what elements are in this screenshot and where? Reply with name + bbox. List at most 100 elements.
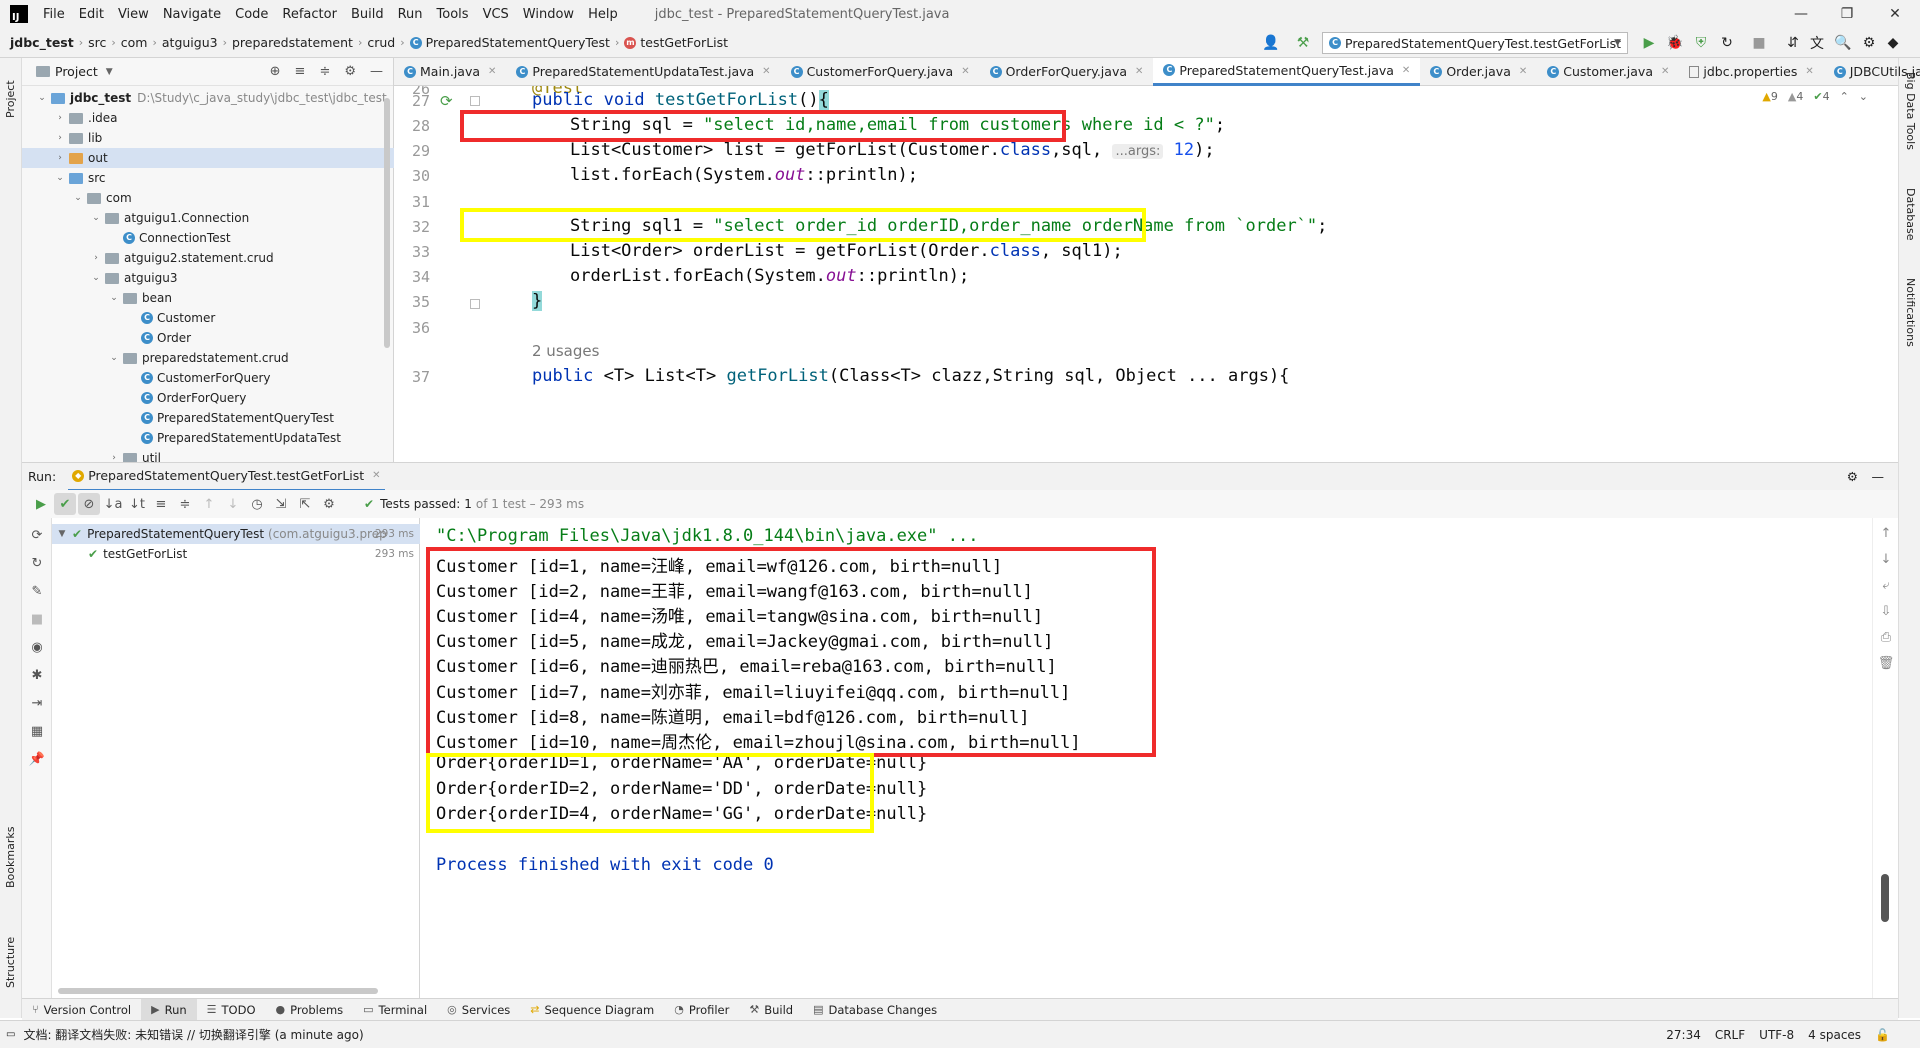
caret-position[interactable]: 27:34 <box>1666 1028 1701 1042</box>
tab-customer-for-query[interactable]: C CustomerForQuery.java ✕ <box>781 58 980 86</box>
tab-run[interactable]: ▶ Run <box>141 998 197 1021</box>
menu-vcs[interactable]: VCS <box>476 7 516 22</box>
close-icon[interactable]: ✕ <box>488 66 496 77</box>
menu-window[interactable]: Window <box>516 7 581 22</box>
menu-run[interactable]: Run <box>391 7 430 22</box>
collapse-all-icon[interactable]: ≑ <box>319 64 330 79</box>
layout-toggle-icon[interactable]: ▭ <box>6 1029 15 1040</box>
rerun-failed-icon[interactable]: ↻ <box>26 552 48 574</box>
close-icon[interactable]: ✕ <box>961 66 969 77</box>
search-icon[interactable]: 🔍 <box>1834 34 1852 52</box>
tree-item-idea[interactable]: › .idea <box>22 108 117 128</box>
gear-icon[interactable]: ⚙ <box>344 64 356 79</box>
chevron-down-icon[interactable]: ⌄ <box>1859 90 1868 103</box>
chevron-down-icon[interactable]: ▼ <box>106 67 113 77</box>
tab-jdbc-utils[interactable]: CJDBCUtils.java <box>1824 58 1920 86</box>
restore-button[interactable]: ❐ <box>1824 0 1870 28</box>
debug-icon[interactable]: 🐞 <box>1666 34 1684 52</box>
tab-sequence-diagram[interactable]: ⇄ Sequence Diagram <box>520 999 664 1021</box>
line-separator[interactable]: CRLF <box>1715 1028 1745 1042</box>
exit-icon[interactable]: ⇥ <box>26 692 48 714</box>
hammer-build-icon[interactable]: ⚒ <box>1294 34 1312 52</box>
export-tests-icon[interactable]: ⇱ <box>294 493 316 515</box>
tab-todo[interactable]: ☰ TODO <box>197 999 266 1021</box>
ide-logo-icon[interactable]: ◆ <box>1884 34 1902 52</box>
file-encoding[interactable]: UTF-8 <box>1759 1028 1794 1042</box>
tree-item-out[interactable]: › out <box>22 148 394 168</box>
structure-tool-tab[interactable]: Structure <box>4 937 17 988</box>
notifications-tool-tab[interactable]: Notifications <box>1904 278 1917 347</box>
breadcrumb-class[interactable]: PreparedStatementQueryTest <box>426 35 610 50</box>
sort-alpha-icon[interactable]: ↓a <box>102 493 124 515</box>
tree-item-atguigu1-connection[interactable]: ⌄ atguigu1.Connection <box>22 208 249 228</box>
tree-item-lib[interactable]: › lib <box>22 128 102 148</box>
close-icon[interactable]: ✕ <box>1519 66 1527 77</box>
chevron-down-icon[interactable]: ⌄ <box>72 193 84 203</box>
breadcrumb-atguigu3[interactable]: atguigu3 <box>162 35 218 50</box>
tree-item-order[interactable]: C Order <box>22 328 191 348</box>
close-icon[interactable]: ✕ <box>1402 65 1410 76</box>
soft-wrap-icon[interactable]: ⤶ <box>1875 574 1897 596</box>
chevron-down-icon[interactable]: ⌄ <box>54 173 66 183</box>
run-test-gutter-icon[interactable]: ⟳ <box>440 92 453 110</box>
breadcrumb-project[interactable]: jdbc_test <box>10 35 74 50</box>
close-icon[interactable]: ✕ <box>1661 66 1669 77</box>
menu-refactor[interactable]: Refactor <box>275 7 344 22</box>
tab-query-test[interactable]: C PreparedStatementQueryTest.java ✕ <box>1153 57 1421 86</box>
menu-code[interactable]: Code <box>228 7 275 22</box>
menu-file[interactable]: File <box>36 7 72 22</box>
print-icon[interactable]: ⎙ <box>1875 626 1897 648</box>
menu-navigate[interactable]: Navigate <box>156 7 228 22</box>
tree-item-preparedstatementupdatatest[interactable]: C PreparedStatementUpdataTest <box>22 428 341 448</box>
debug-icon[interactable]: ✱ <box>26 664 48 686</box>
tree-item-src[interactable]: ⌄ src <box>22 168 105 188</box>
gear-icon[interactable]: ⚙ <box>318 493 340 515</box>
chevron-down-icon[interactable]: ⌄ <box>90 273 102 283</box>
project-tool-tab[interactable]: Project <box>4 80 17 118</box>
tree-item-orderforquery[interactable]: C OrderForQuery <box>22 388 246 408</box>
next-failed-icon[interactable]: ↓ <box>222 493 244 515</box>
close-icon[interactable]: ✕ <box>1805 66 1813 77</box>
menu-build[interactable]: Build <box>344 7 391 22</box>
status-message[interactable]: 文档: 翻译文档失败: 未知错误 // 切换翻译引擎 (a minute ago… <box>15 1026 363 1043</box>
project-panel-title[interactable]: Project <box>55 64 98 79</box>
database-tool-tab[interactable]: Database <box>1904 188 1917 241</box>
trash-icon[interactable]: 🗑 <box>1875 652 1897 674</box>
bookmarks-tool-tab[interactable]: Bookmarks <box>4 827 17 888</box>
menu-help[interactable]: Help <box>581 7 625 22</box>
breadcrumb-com[interactable]: com <box>121 35 148 50</box>
tree-item-preparedstatement-crud[interactable]: ⌄ preparedstatement.crud <box>22 348 288 368</box>
layout-icon[interactable]: ▦ <box>26 720 48 742</box>
tree-item-com[interactable]: ⌄ com <box>22 188 131 208</box>
tab-updata-test[interactable]: C PreparedStatementUpdataTest.java ✕ <box>506 58 780 86</box>
chevron-right-icon[interactable]: › <box>54 153 66 163</box>
close-icon[interactable]: ✕ <box>372 470 380 481</box>
stop-icon[interactable]: ■ <box>1750 34 1768 52</box>
menu-edit[interactable]: Edit <box>72 7 111 22</box>
translate-icon[interactable]: 文 <box>1808 34 1826 52</box>
tree-item-bean[interactable]: ⌄ bean <box>22 288 172 308</box>
close-icon[interactable]: ✕ <box>1135 66 1143 77</box>
previous-failed-icon[interactable]: ↑ <box>198 493 220 515</box>
show-passed-icon[interactable]: ✔ <box>54 493 76 515</box>
tree-item-customerforquery[interactable]: C CustomerForQuery <box>22 368 271 388</box>
breadcrumb-crud[interactable]: crud <box>367 35 395 50</box>
camera-icon[interactable]: ◉ <box>26 636 48 658</box>
vcs-update-icon[interactable]: ⇵ <box>1784 34 1802 52</box>
indent-setting[interactable]: 4 spaces <box>1808 1028 1861 1042</box>
tab-customer-java[interactable]: C Customer.java ✕ <box>1537 58 1679 86</box>
tab-order-java[interactable]: C Order.java ✕ <box>1420 58 1537 86</box>
run-tab[interactable]: ◆ PreparedStatementQueryTest.testGetForL… <box>68 463 385 491</box>
sort-duration-icon[interactable]: ↓t <box>126 493 148 515</box>
chevron-right-icon[interactable]: › <box>90 253 102 263</box>
gear-icon[interactable]: ⚙ <box>1847 469 1858 484</box>
arrow-up-icon[interactable]: ↑ <box>1875 522 1897 544</box>
tab-services[interactable]: ◎ Services <box>437 999 520 1021</box>
hide-icon[interactable]: — <box>370 64 383 79</box>
tab-database-changes[interactable]: ▤ Database Changes <box>803 999 947 1021</box>
chevron-down-icon[interactable]: ⌄ <box>36 93 48 103</box>
run-configuration-select[interactable]: C PreparedStatementQueryTest.testGetForL… <box>1322 32 1628 54</box>
arrow-down-icon[interactable]: ↓ <box>1875 548 1897 570</box>
chevron-down-icon[interactable]: ⌄ <box>108 293 120 303</box>
tab-order-for-query[interactable]: C OrderForQuery.java ✕ <box>980 58 1154 86</box>
